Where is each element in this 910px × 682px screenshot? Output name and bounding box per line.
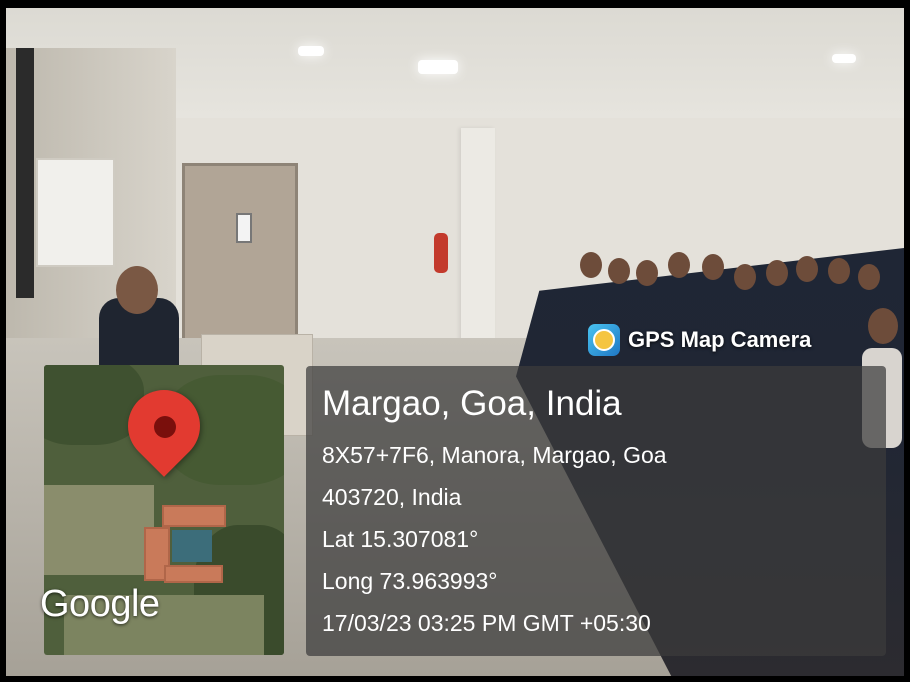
- location-title: Margao, Goa, India: [322, 384, 622, 423]
- projector-screen: [16, 48, 34, 298]
- pillar: [461, 128, 495, 348]
- location-info-panel: Margao, Goa, India 8X57+7F6, Manora, Mar…: [306, 366, 886, 656]
- timestamp: 17/03/23 03:25 PM GMT +05:30: [322, 610, 651, 636]
- latitude: Lat 15.307081°: [322, 526, 479, 552]
- map-building: [164, 565, 223, 583]
- audience-head: [580, 252, 602, 278]
- map-building: [162, 505, 226, 527]
- audience-head: [796, 256, 818, 282]
- map-court: [172, 530, 212, 562]
- google-logo: Google: [40, 583, 160, 625]
- fire-extinguisher: [434, 233, 448, 273]
- app-watermark: GPS Map Camera: [588, 320, 811, 360]
- door: [182, 163, 298, 354]
- address-line-1: 8X57+7F6, Manora, Margao, Goa: [322, 442, 667, 468]
- audience-head: [766, 260, 788, 286]
- address-line-2: 403720, India: [322, 484, 462, 510]
- ceiling-light: [832, 54, 856, 63]
- audience-head: [828, 258, 850, 284]
- longitude: Long 73.963993°: [322, 568, 498, 594]
- audience-head: [702, 254, 724, 280]
- ceiling-light: [418, 60, 458, 74]
- audience-head: [734, 264, 756, 290]
- audience-head: [858, 264, 880, 290]
- audience-head: [868, 308, 898, 344]
- audience-head: [668, 252, 690, 278]
- speaker-head: [116, 266, 158, 314]
- gps-map-camera-icon: [588, 324, 620, 356]
- location-pin-center: [154, 416, 176, 438]
- audience-head: [608, 258, 630, 284]
- ceiling-light: [298, 46, 324, 56]
- map-field: [44, 485, 154, 575]
- app-name: GPS Map Camera: [628, 327, 812, 352]
- audience-head: [636, 260, 658, 286]
- door-window: [236, 213, 252, 243]
- whiteboard: [36, 158, 115, 267]
